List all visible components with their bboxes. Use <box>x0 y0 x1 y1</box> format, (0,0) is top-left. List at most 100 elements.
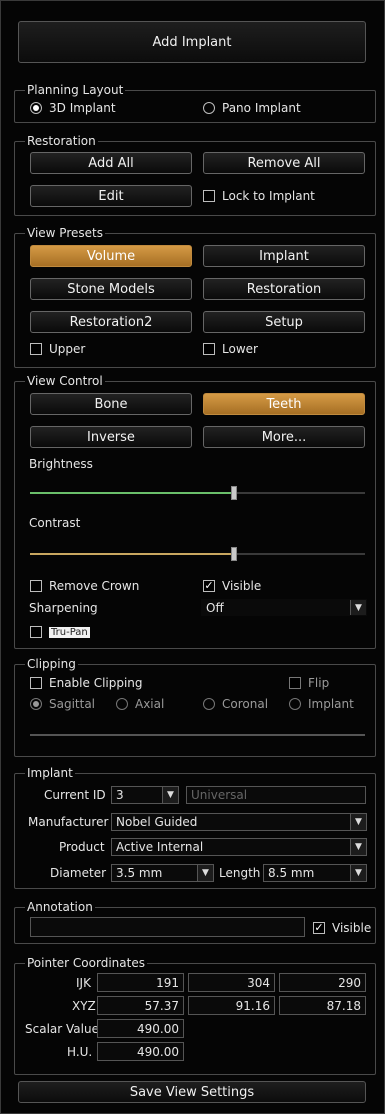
chevron-down-icon: ▼ <box>350 814 366 830</box>
edit-button[interactable]: Edit <box>30 185 192 207</box>
contrast-handle[interactable] <box>231 547 237 561</box>
inverse-button[interactable]: Inverse <box>30 426 192 448</box>
flip-checkbox[interactable]: Flip <box>289 676 329 690</box>
current-id-select[interactable]: 3 ▼ <box>111 786 179 804</box>
manufacturer-select[interactable]: Nobel Guided ▼ <box>111 813 367 831</box>
radio-sagittal-label: Sagittal <box>49 697 96 711</box>
remove-crown-box <box>30 580 42 592</box>
add-implant-button[interactable]: Add Implant <box>18 21 366 63</box>
length-label: Length <box>219 866 261 880</box>
preset-restoration2-button[interactable]: Restoration2 <box>30 311 192 333</box>
radio-axial-label: Axial <box>135 697 165 711</box>
preset-stone-models-button[interactable]: Stone Models <box>30 278 192 300</box>
chevron-down-icon: ▼ <box>162 787 178 803</box>
remove-crown-checkbox[interactable]: Remove Crown <box>30 579 139 593</box>
diameter-select[interactable]: 3.5 mm ▼ <box>111 864 214 882</box>
universal-field[interactable]: Universal <box>186 786 366 804</box>
add-all-button[interactable]: Add All <box>30 152 192 174</box>
sharpening-label: Sharpening <box>29 601 98 615</box>
contrast-fill <box>30 553 234 555</box>
radio-implant-label: Implant <box>308 697 354 711</box>
radio-implant[interactable]: Implant <box>289 697 354 711</box>
enable-clipping-checkbox[interactable]: Enable Clipping <box>30 676 143 690</box>
radio-axial-indicator <box>116 698 128 710</box>
upper-box <box>30 343 42 355</box>
flip-box <box>289 677 301 689</box>
brightness-handle[interactable] <box>231 486 237 500</box>
brightness-label: Brightness <box>29 457 93 471</box>
radio-sagittal-indicator <box>30 698 42 710</box>
diameter-value: 3.5 mm <box>116 866 163 880</box>
radio-pano-implant[interactable]: Pano Implant <box>203 101 301 115</box>
pointer-coordinates-legend: Pointer Coordinates <box>25 955 147 971</box>
more-button[interactable]: More... <box>203 426 365 448</box>
lower-checkbox[interactable]: Lower <box>203 342 258 356</box>
chevron-down-icon: ▼ <box>350 600 366 615</box>
radio-coronal-indicator <box>203 698 215 710</box>
hu-label: H.U. <box>67 1045 93 1059</box>
scalar-value-field: 490.00 <box>97 1019 184 1038</box>
diameter-label: Diameter <box>50 866 107 880</box>
preset-setup-button[interactable]: Setup <box>203 311 365 333</box>
radio-pano-implant-label: Pano Implant <box>222 101 301 115</box>
bone-button[interactable]: Bone <box>30 393 192 415</box>
lower-label: Lower <box>222 342 258 356</box>
teeth-button[interactable]: Teeth <box>203 393 365 415</box>
preset-implant-button[interactable]: Implant <box>203 245 365 267</box>
save-view-settings-button[interactable]: Save View Settings <box>18 1081 366 1103</box>
hu-field: 490.00 <box>97 1042 184 1061</box>
xyz-label: XYZ <box>72 999 96 1013</box>
enable-clipping-label: Enable Clipping <box>49 676 143 690</box>
product-select[interactable]: Active Internal ▼ <box>111 838 367 856</box>
manufacturer-label: Manufacturer <box>28 815 109 829</box>
implant-legend: Implant <box>25 765 75 781</box>
xyz-x-field: 57.37 <box>97 996 184 1015</box>
planning-layout-legend: Planning Layout <box>25 82 126 98</box>
annotation-visible-check-icon: ✓ <box>313 921 325 934</box>
scalar-value-label: Scalar Value <box>25 1022 99 1036</box>
tru-pan-box <box>30 626 42 638</box>
radio-pano-implant-indicator <box>203 102 215 114</box>
radio-sagittal[interactable]: Sagittal <box>30 697 95 711</box>
restoration-legend: Restoration <box>25 133 98 149</box>
length-value: 8.5 mm <box>268 866 315 880</box>
remove-all-button[interactable]: Remove All <box>203 152 365 174</box>
ijk-j-field: 304 <box>188 973 275 992</box>
annotation-visible-label: Visible <box>332 921 372 935</box>
current-id-label: Current ID <box>44 788 106 802</box>
brightness-fill <box>30 492 234 494</box>
upper-label: Upper <box>49 342 86 356</box>
xyz-z-field: 87.18 <box>279 996 366 1015</box>
visible-label: Visible <box>222 579 262 593</box>
preset-restoration-button[interactable]: Restoration <box>203 278 365 300</box>
radio-coronal[interactable]: Coronal <box>203 697 268 711</box>
upper-checkbox[interactable]: Upper <box>30 342 85 356</box>
clipping-slider[interactable] <box>30 734 365 736</box>
chevron-down-icon: ▼ <box>350 839 366 855</box>
lower-box <box>203 343 215 355</box>
sharpening-select[interactable]: Off ▼ <box>201 599 367 616</box>
radio-axial[interactable]: Axial <box>116 697 164 711</box>
annotation-visible-checkbox[interactable]: ✓ Visible <box>313 921 371 935</box>
ijk-i-field: 191 <box>97 973 184 992</box>
radio-3d-implant-label: 3D Implant <box>49 101 116 115</box>
ijk-k-field: 290 <box>279 973 366 992</box>
remove-crown-label: Remove Crown <box>49 579 140 593</box>
view-presets-legend: View Presets <box>25 225 105 241</box>
clipping-legend: Clipping <box>25 656 78 672</box>
visible-checkbox[interactable]: ✓ Visible <box>203 579 261 593</box>
preset-volume-button[interactable]: Volume <box>30 245 192 267</box>
product-value: Active Internal <box>116 840 204 854</box>
annotation-input[interactable] <box>30 917 305 937</box>
length-select[interactable]: 8.5 mm ▼ <box>263 864 367 882</box>
xyz-y-field: 91.16 <box>188 996 275 1015</box>
sharpening-value: Off <box>206 600 224 615</box>
radio-3d-implant[interactable]: 3D Implant <box>30 101 116 115</box>
radio-3d-implant-indicator <box>30 102 42 114</box>
product-label: Product <box>59 840 105 854</box>
lock-to-implant-checkbox[interactable]: Lock to Implant <box>203 189 315 203</box>
radio-implant-indicator <box>289 698 301 710</box>
view-control-legend: View Control <box>25 373 105 389</box>
tru-pan-checkbox[interactable]: Tru-Pan <box>30 626 90 638</box>
enable-clipping-box <box>30 677 42 689</box>
